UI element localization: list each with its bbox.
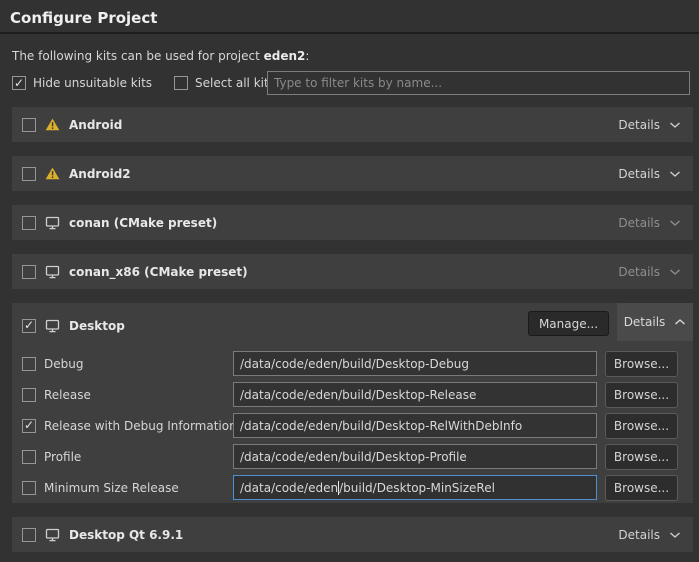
hide-unsuitable-group: Hide unsuitable kits bbox=[12, 76, 152, 90]
kit-name: Android bbox=[69, 118, 122, 132]
build-config-label: Release bbox=[44, 388, 91, 402]
chevron-down-icon bbox=[669, 268, 681, 276]
desktop-monitor-icon bbox=[45, 265, 60, 279]
kit-checkbox[interactable] bbox=[22, 528, 36, 542]
desktop-monitor-icon bbox=[45, 528, 60, 542]
build-path-value: /data/code/eden bbox=[240, 481, 338, 495]
intro-text: The following kits can be used for proje… bbox=[12, 49, 309, 63]
chevron-down-icon bbox=[669, 121, 681, 129]
build-path-input-focused[interactable]: /data/code/eden/build/Desktop-MinSizeRel bbox=[233, 475, 597, 500]
hide-unsuitable-label: Hide unsuitable kits bbox=[33, 76, 152, 90]
details-toggle[interactable]: Details bbox=[606, 156, 693, 191]
build-config-label: Debug bbox=[44, 357, 83, 371]
build-config-row-debug: Debug /data/code/eden/build/Desktop-Debu… bbox=[12, 348, 693, 379]
chevron-up-icon bbox=[674, 318, 686, 326]
kit-row-android2: Android2 Details bbox=[12, 156, 693, 191]
kit-checkbox[interactable] bbox=[22, 319, 36, 333]
select-all-label: Select all kits bbox=[195, 76, 275, 90]
kit-name: Desktop Qt 6.9.1 bbox=[69, 528, 183, 542]
configure-project-dialog: Configure Project The following kits can… bbox=[0, 0, 699, 562]
build-path-value: /build/Desktop-MinSizeRel bbox=[339, 481, 495, 495]
build-path-input[interactable]: /data/code/eden/build/Desktop-Release bbox=[233, 382, 597, 407]
build-path-value: /data/code/eden/build/Desktop-RelWithDeb… bbox=[240, 419, 522, 433]
kit-name: Desktop bbox=[69, 319, 125, 333]
details-label: Details bbox=[624, 315, 666, 329]
select-all-checkbox[interactable] bbox=[174, 76, 188, 90]
kit-row-conan-x86: conan_x86 (CMake preset) Details bbox=[12, 254, 693, 289]
build-config-checkbox[interactable] bbox=[22, 388, 36, 402]
browse-button[interactable]: Browse... bbox=[605, 413, 678, 439]
intro-prefix: The following kits can be used for proje… bbox=[12, 49, 264, 63]
details-toggle[interactable]: Details bbox=[617, 303, 693, 341]
details-toggle[interactable]: Details bbox=[606, 517, 693, 552]
build-path-input[interactable]: /data/code/eden/build/Desktop-Profile bbox=[233, 444, 597, 469]
kit-name: conan_x86 (CMake preset) bbox=[69, 265, 248, 279]
desktop-monitor-icon bbox=[45, 216, 60, 230]
kit-name: conan (CMake preset) bbox=[69, 216, 217, 230]
build-config-checkbox[interactable] bbox=[22, 450, 36, 464]
title-separator bbox=[0, 32, 699, 34]
build-config-row-release: Release /data/code/eden/build/Desktop-Re… bbox=[12, 379, 693, 410]
kit-checkbox[interactable] bbox=[22, 216, 36, 230]
build-path-value: /data/code/eden/build/Desktop-Release bbox=[240, 388, 476, 402]
build-config-row-profile: Profile /data/code/eden/build/Desktop-Pr… bbox=[12, 441, 693, 472]
kit-row-android: Android Details bbox=[12, 107, 693, 142]
browse-button[interactable]: Browse... bbox=[605, 475, 678, 501]
kit-name: Android2 bbox=[69, 167, 131, 181]
build-config-label: Release with Debug Information bbox=[44, 419, 237, 433]
kit-row-desktop: Desktop Manage... Details bbox=[12, 303, 693, 348]
build-config-label: Minimum Size Release bbox=[44, 481, 179, 495]
build-path-value: /data/code/eden/build/Desktop-Profile bbox=[240, 450, 467, 464]
kit-checkbox[interactable] bbox=[22, 118, 36, 132]
build-path-input[interactable]: /data/code/eden/build/Desktop-Debug bbox=[233, 351, 597, 376]
kit-row-desktop-qt: Desktop Qt 6.9.1 Details bbox=[12, 517, 693, 552]
build-config-checkbox[interactable] bbox=[22, 357, 36, 371]
browse-button[interactable]: Browse... bbox=[605, 351, 678, 377]
details-label: Details bbox=[618, 118, 660, 132]
chevron-down-icon bbox=[669, 219, 681, 227]
details-toggle[interactable]: Details bbox=[606, 254, 693, 289]
build-config-row-minsizerel: Minimum Size Release /data/code/eden/bui… bbox=[12, 472, 693, 503]
kit-row-conan: conan (CMake preset) Details bbox=[12, 205, 693, 240]
details-label: Details bbox=[618, 528, 660, 542]
details-toggle[interactable]: Details bbox=[606, 107, 693, 142]
browse-button[interactable]: Browse... bbox=[605, 444, 678, 470]
build-config-checkbox[interactable] bbox=[22, 419, 36, 433]
build-path-input[interactable]: /data/code/eden/build/Desktop-RelWithDeb… bbox=[233, 413, 597, 438]
chevron-down-icon bbox=[669, 170, 681, 178]
project-name: eden2 bbox=[264, 49, 306, 63]
hide-unsuitable-checkbox[interactable] bbox=[12, 76, 26, 90]
warning-icon bbox=[45, 118, 60, 131]
kit-checkbox[interactable] bbox=[22, 265, 36, 279]
details-toggle[interactable]: Details bbox=[606, 205, 693, 240]
desktop-monitor-icon bbox=[45, 319, 60, 333]
kit-filter-controls: Hide unsuitable kits Select all kits bbox=[12, 71, 297, 95]
page-title: Configure Project bbox=[10, 9, 157, 27]
manage-button[interactable]: Manage... bbox=[528, 311, 609, 336]
details-label: Details bbox=[618, 265, 660, 279]
build-config-row-relwithdebinfo: Release with Debug Information /data/cod… bbox=[12, 410, 693, 441]
details-label: Details bbox=[618, 216, 660, 230]
select-all-group: Select all kits bbox=[174, 76, 275, 90]
warning-icon bbox=[45, 167, 60, 180]
kit-checkbox[interactable] bbox=[22, 167, 36, 181]
intro-suffix: : bbox=[305, 49, 309, 63]
build-config-label: Profile bbox=[44, 450, 81, 464]
build-config-checkbox[interactable] bbox=[22, 481, 36, 495]
browse-button[interactable]: Browse... bbox=[605, 382, 678, 408]
details-label: Details bbox=[618, 167, 660, 181]
chevron-down-icon bbox=[669, 531, 681, 539]
kit-section-desktop: Desktop Manage... Details Debug /data/co… bbox=[12, 303, 693, 503]
kit-filter-input[interactable] bbox=[267, 71, 690, 95]
build-path-value: /data/code/eden/build/Desktop-Debug bbox=[240, 357, 469, 371]
